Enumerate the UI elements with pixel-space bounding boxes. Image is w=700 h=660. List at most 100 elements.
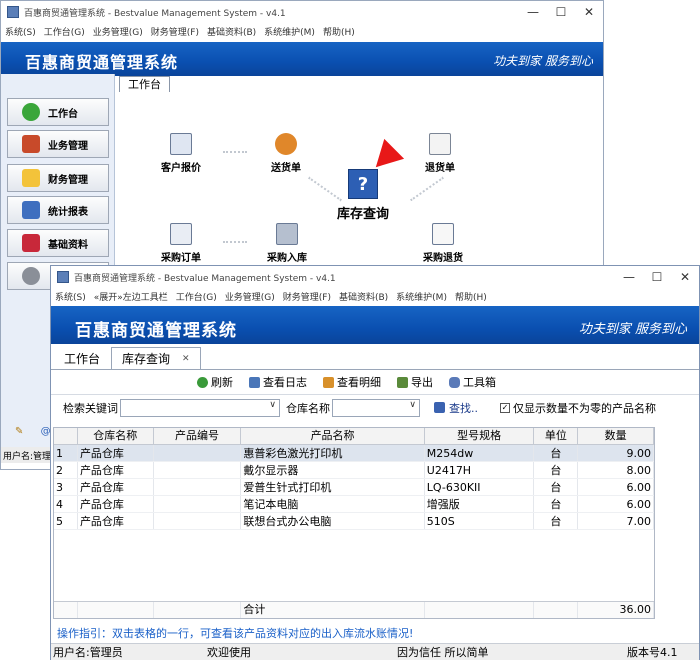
header-code[interactable]: 产品编号	[154, 428, 242, 444]
header-rownum	[54, 428, 78, 444]
table-cell-unit: 台	[534, 462, 579, 478]
nonzero-checkbox[interactable]: ✓ 仅显示数量不为零的产品名称	[500, 400, 656, 416]
menu-basic-data[interactable]: 基础资料(B)	[207, 25, 256, 38]
flow-delivery[interactable]: 送货单	[271, 133, 301, 174]
list-document-icon	[432, 223, 454, 245]
flow-purchase-order[interactable]: 采购订单	[161, 223, 201, 264]
menu-help[interactable]: 帮助(H)	[323, 25, 355, 38]
menu-system[interactable]: 系统(S)	[55, 290, 86, 303]
table-cell-n: 1	[54, 445, 78, 461]
flow-return[interactable]: 退货单	[425, 133, 455, 174]
button-label: 查看明细	[337, 376, 381, 389]
menu-maintenance[interactable]: 系统维护(M)	[264, 25, 315, 38]
tab-stock-query[interactable]: 库存查询 ✕	[111, 347, 201, 369]
bottom-toolbar: ✎ @	[15, 426, 51, 437]
table-cell-model: 增强版	[425, 496, 535, 512]
sidebar-item-label: 工作台	[48, 108, 78, 120]
export-button[interactable]: 导出	[397, 374, 433, 390]
maximize-button[interactable]: ☐	[547, 2, 575, 22]
edit-icon[interactable]: ✎	[15, 426, 23, 437]
menu-workbench[interactable]: 工作台(G)	[44, 25, 85, 38]
menu-maintenance[interactable]: 系统维护(M)	[396, 290, 447, 303]
warehouse-combo[interactable]: ∨	[332, 398, 420, 417]
flow-connector	[223, 241, 247, 243]
flow-label: 退货单	[425, 163, 455, 174]
minimize-button[interactable]: —	[519, 2, 547, 22]
footer-cell	[534, 602, 579, 618]
back-window-title: 百惠商贸通管理系统 - Bestvalue Management System …	[24, 8, 286, 19]
tab-workbench[interactable]: 工作台	[53, 347, 111, 369]
close-button[interactable]: ✕	[575, 2, 603, 22]
menu-finance[interactable]: 财务管理(F)	[151, 25, 199, 38]
clipboard-icon	[170, 223, 192, 245]
table-cell-n: 3	[54, 479, 78, 495]
flow-stock-query[interactable]: ? 库存查询	[337, 169, 389, 222]
minimize-button[interactable]: —	[615, 267, 643, 287]
toolbox-button[interactable]: 工具箱	[449, 374, 496, 390]
menu-business[interactable]: 业务管理(G)	[93, 25, 143, 38]
front-menu-bar: 系统(S) «展开»左边工具栏 工作台(G) 业务管理(G) 财务管理(F) 基…	[51, 288, 699, 304]
table-cell-model: LQ-630KII	[425, 479, 535, 495]
find-button[interactable]: 查找..	[434, 400, 478, 416]
workflow-diagram: 客户报价 送货单 退货单 ? 库存查询 采购订单 采购入库 采购退货	[119, 93, 603, 264]
flow-quote[interactable]: 客户报价	[161, 133, 201, 174]
menu-basic-data[interactable]: 基础资料(B)	[339, 290, 388, 303]
back-title-bar: 百惠商贸通管理系统 - Bestvalue Management System …	[1, 1, 603, 23]
menu-expand-toolbar[interactable]: «展开»左边工具栏	[94, 290, 168, 303]
tab-workbench[interactable]: 工作台	[119, 76, 170, 92]
close-icon[interactable]: ✕	[182, 354, 190, 364]
footer-cell	[78, 602, 154, 618]
sidebar-item-workbench[interactable]: 工作台	[7, 98, 109, 126]
table-body: 1 产品仓库 惠普彩色激光打印机 M254dw 台 9.00 2 产品仓库 戴尔显示器 U2417…	[54, 445, 654, 530]
banner-slogan: 功夫到家 服务到心	[578, 322, 687, 337]
flow-purchase-return[interactable]: 采购退货	[423, 223, 463, 264]
back-banner: 百惠商贸通管理系统 功夫到家 服务到心	[1, 42, 603, 76]
status-version: 版本号4.1	[627, 646, 678, 659]
keyword-combo[interactable]: ∨	[120, 398, 280, 417]
table-cell-qty: 7.00	[578, 513, 654, 529]
front-window: 百惠商贸通管理系统 - Bestvalue Management System …	[50, 265, 700, 660]
sidebar-item-reports[interactable]: 统计报表	[7, 196, 109, 224]
close-button[interactable]: ✕	[671, 267, 699, 287]
status-motto: 因为信任 所以简单	[397, 646, 489, 659]
menu-business[interactable]: 业务管理(G)	[225, 290, 275, 303]
table-cell-model: M254dw	[425, 445, 535, 461]
flow-purchase-in[interactable]: 采购入库	[267, 223, 307, 264]
menu-finance[interactable]: 财务管理(F)	[283, 290, 331, 303]
scroll-icon	[429, 133, 451, 155]
sidebar-item-business[interactable]: 业务管理	[7, 130, 109, 158]
checkbox-checked-icon: ✓	[500, 402, 510, 413]
view-detail-button[interactable]: 查看明细	[323, 374, 381, 390]
keyword-label: 检索关键词	[63, 401, 118, 415]
refresh-button[interactable]: 刷新	[197, 374, 233, 390]
front-status-bar: 用户名:管理员 欢迎使用 因为信任 所以简单 版本号4.1	[51, 643, 699, 660]
menu-system[interactable]: 系统(S)	[5, 25, 36, 38]
help-book-icon: ?	[348, 169, 378, 199]
maximize-button[interactable]: ☐	[643, 267, 671, 287]
sidebar-item-finance[interactable]: 财务管理	[7, 164, 109, 192]
header-warehouse[interactable]: 仓库名称	[78, 428, 154, 444]
header-qty[interactable]: 数量	[578, 428, 655, 444]
header-unit[interactable]: 单位	[534, 428, 579, 444]
front-window-title: 百惠商贸通管理系统 - Bestvalue Management System …	[74, 273, 336, 284]
header-name[interactable]: 产品名称	[241, 428, 425, 444]
banner-slogan: 功夫到家 服务到心	[493, 54, 593, 68]
table-footer: 合计 36.00	[54, 601, 654, 618]
exchange-icon	[275, 133, 297, 155]
table-cell-name: 戴尔显示器	[241, 462, 425, 478]
total-label: 合计	[241, 602, 425, 618]
header-model[interactable]: 型号规格	[425, 428, 535, 444]
menu-help[interactable]: 帮助(H)	[455, 290, 487, 303]
view-log-button[interactable]: 查看日志	[249, 374, 307, 390]
menu-workbench[interactable]: 工作台(G)	[176, 290, 217, 303]
table-row[interactable]: 1 产品仓库 惠普彩色激光打印机 M254dw 台 9.00	[54, 445, 654, 462]
table-cell-n: 2	[54, 462, 78, 478]
table-row[interactable]: 3 产品仓库 爱普生针式打印机 LQ-630KII 台 6.00	[54, 479, 654, 496]
table-cell-name: 联想台式办公电脑	[241, 513, 425, 529]
table-row[interactable]: 4 产品仓库 笔记本电脑 增强版台 6.00	[54, 496, 654, 513]
sidebar-item-basic-data[interactable]: 基础资料	[7, 229, 109, 257]
table-row[interactable]: 5 产品仓库 联想台式办公电脑 510S 台 7.00	[54, 513, 654, 530]
table-row[interactable]: 2 产品仓库 戴尔显示器 U2417H 台 8.00	[54, 462, 654, 479]
search-row: 检索关键词 ∨ 仓库名称 ∨ 查找.. ✓ 仅显示数量不为零的产品名称	[51, 394, 699, 420]
checkbox-label: 仅显示数量不为零的产品名称	[513, 401, 656, 415]
